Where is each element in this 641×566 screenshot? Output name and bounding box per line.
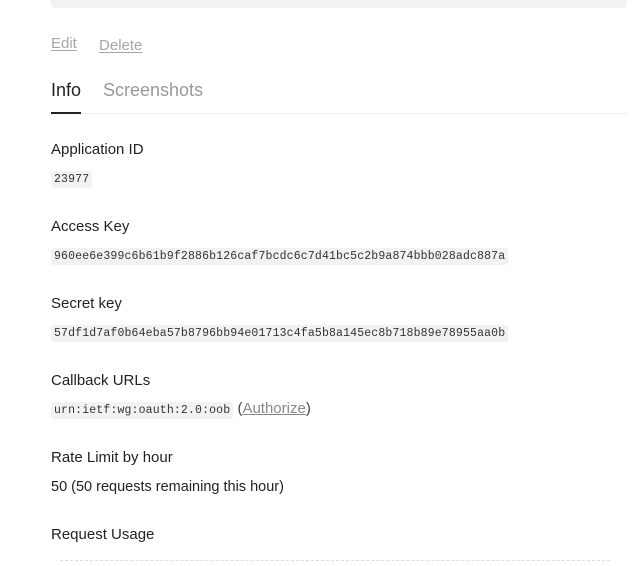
callback-urls-label: Callback URLs: [51, 372, 151, 389]
secret-key-value: 57df1d7af0b64eba57b8796bb94e01713c4fa5b8…: [51, 325, 509, 342]
delete-link[interactable]: Delete: [99, 37, 142, 54]
rate-limit-label: Rate Limit by hour: [51, 449, 173, 466]
access-key-value: 960ee6e399c6b61b9f2886b126caf7bcdc6c7d41…: [51, 248, 509, 265]
tab-screenshots[interactable]: Screenshots: [103, 80, 203, 101]
rate-limit-value: 50 (50 requests remaining this hour): [51, 479, 284, 495]
application-id-label: Application ID: [51, 141, 144, 158]
tab-info[interactable]: Info: [51, 80, 81, 101]
active-tab-indicator: [51, 112, 81, 114]
top-panel-edge: [51, 0, 627, 8]
application-id-value: 23977: [51, 171, 93, 188]
request-usage-label: Request Usage: [51, 526, 155, 543]
tab-divider: [51, 113, 627, 114]
authorize-link[interactable]: Authorize: [242, 400, 305, 417]
callback-urls-row: urn:ietf:wg:oauth:2.0:oob (Authorize): [51, 400, 311, 419]
access-key-label: Access Key: [51, 218, 130, 235]
request-usage-chart: [60, 560, 610, 566]
close-paren: ): [305, 400, 311, 417]
secret-key-label: Secret key: [51, 295, 122, 312]
app-actions: Edit Delete: [51, 35, 142, 54]
callback-url-value: urn:ietf:wg:oauth:2.0:oob: [51, 402, 234, 419]
edit-link[interactable]: Edit: [51, 35, 77, 52]
